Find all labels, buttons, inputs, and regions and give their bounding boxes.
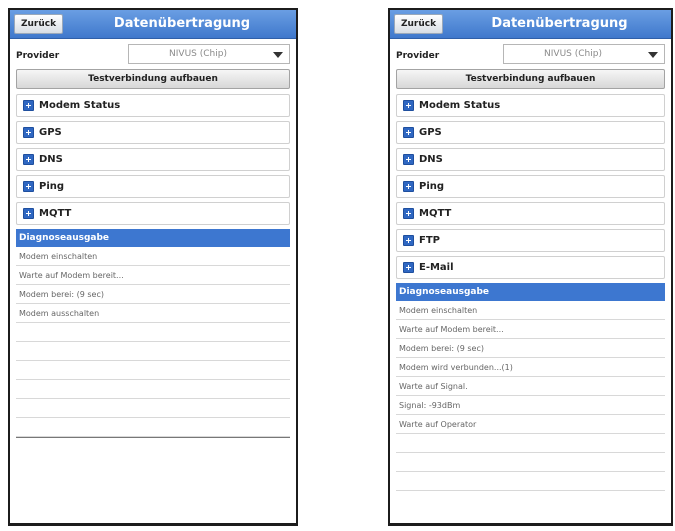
expand-plus-icon bbox=[23, 100, 34, 111]
back-button[interactable]: Zurück bbox=[394, 14, 444, 34]
section-mqtt[interactable]: MQTT bbox=[396, 202, 665, 225]
dropdown-arrow-icon bbox=[648, 52, 658, 58]
provider-select[interactable]: NIVUS (Chip) bbox=[128, 44, 290, 64]
expand-plus-icon bbox=[403, 154, 414, 165]
section-ftp[interactable]: FTP bbox=[396, 229, 665, 252]
provider-label: Provider bbox=[396, 51, 440, 61]
screen-left: Zurück Datenübertragung Provider NIVUS (… bbox=[8, 8, 298, 526]
section-label: GPS bbox=[419, 127, 442, 138]
expand-plus-icon bbox=[403, 208, 414, 219]
diagnostic-line bbox=[16, 342, 290, 361]
header-bar: Zurück Datenübertragung bbox=[10, 10, 296, 39]
screen-right: Zurück Datenübertragung Provider NIVUS (… bbox=[388, 8, 673, 526]
section-email[interactable]: E-Mail bbox=[396, 256, 665, 279]
diagnostic-line: Modem einschalten bbox=[16, 247, 290, 266]
diagnostic-line bbox=[16, 361, 290, 380]
diagnostic-line: Modem einschalten bbox=[396, 301, 665, 320]
section-modem-status[interactable]: Modem Status bbox=[396, 94, 665, 117]
diagnostic-output: Diagnoseausgabe Modem einschalten Warte … bbox=[16, 229, 290, 438]
section-list: Modem Status GPS DNS Ping MQTT FTP E-Mai… bbox=[390, 89, 671, 279]
section-gps[interactable]: GPS bbox=[396, 121, 665, 144]
provider-row: Provider NIVUS (Chip) bbox=[10, 39, 296, 69]
section-dns[interactable]: DNS bbox=[16, 148, 290, 171]
provider-select[interactable]: NIVUS (Chip) bbox=[503, 44, 665, 64]
diagnostic-line bbox=[16, 323, 290, 342]
section-label: MQTT bbox=[39, 208, 72, 219]
dropdown-arrow-icon bbox=[273, 52, 283, 58]
section-label: Ping bbox=[419, 181, 445, 192]
section-label: DNS bbox=[419, 154, 443, 165]
expand-plus-icon bbox=[403, 127, 414, 138]
diagnostic-title: Diagnoseausgabe bbox=[396, 283, 665, 301]
diagnostic-output: Diagnoseausgabe Modem einschalten Warte … bbox=[396, 283, 665, 491]
diagnostic-line bbox=[396, 472, 665, 491]
diagnostic-line: Modem wird verbunden...(1) bbox=[396, 358, 665, 377]
diagnostic-line: Signal: -93dBm bbox=[396, 396, 665, 415]
expand-plus-icon bbox=[403, 100, 414, 111]
section-ping[interactable]: Ping bbox=[396, 175, 665, 198]
section-label: E-Mail bbox=[419, 262, 454, 273]
section-label: Ping bbox=[39, 181, 65, 192]
diagnostic-line: Modem berei: (9 sec) bbox=[396, 339, 665, 358]
expand-plus-icon bbox=[23, 154, 34, 165]
section-label: Modem Status bbox=[39, 100, 121, 111]
diagnostic-line bbox=[16, 399, 290, 418]
section-gps[interactable]: GPS bbox=[16, 121, 290, 144]
expand-plus-icon bbox=[403, 235, 414, 246]
expand-plus-icon bbox=[23, 127, 34, 138]
diagnostic-line: Warte auf Modem bereit... bbox=[396, 320, 665, 339]
expand-plus-icon bbox=[23, 181, 34, 192]
diagnostic-line: Modem ausschalten bbox=[16, 304, 290, 323]
section-label: Modem Status bbox=[419, 100, 501, 111]
section-dns[interactable]: DNS bbox=[396, 148, 665, 171]
expand-plus-icon bbox=[403, 181, 414, 192]
diagnostic-line: Modem berei: (9 sec) bbox=[16, 285, 290, 304]
diagnostic-line: Warte auf Modem bereit... bbox=[16, 266, 290, 285]
diagnostic-line: Warte auf Signal. bbox=[396, 377, 665, 396]
section-label: DNS bbox=[39, 154, 63, 165]
expand-plus-icon bbox=[23, 208, 34, 219]
diagnostic-title: Diagnoseausgabe bbox=[16, 229, 290, 247]
diagnostic-line bbox=[396, 453, 665, 472]
section-modem-status[interactable]: Modem Status bbox=[16, 94, 290, 117]
diagnostic-line bbox=[396, 434, 665, 453]
provider-row: Provider NIVUS (Chip) bbox=[390, 39, 671, 69]
provider-label: Provider bbox=[16, 51, 60, 61]
section-label: MQTT bbox=[419, 208, 452, 219]
page-title: Datenübertragung bbox=[491, 16, 628, 31]
diagnostic-line: Warte auf Operator bbox=[396, 415, 665, 434]
diagnostic-line bbox=[16, 418, 290, 437]
header-bar: Zurück Datenübertragung bbox=[390, 10, 671, 39]
test-connection-button[interactable]: Testverbindung aufbauen bbox=[396, 69, 665, 89]
page-title: Datenübertragung bbox=[113, 16, 251, 31]
expand-plus-icon bbox=[403, 262, 414, 273]
diagnostic-line bbox=[16, 380, 290, 399]
section-list: Modem Status GPS DNS Ping MQTT bbox=[10, 89, 296, 225]
back-button[interactable]: Zurück bbox=[14, 14, 64, 34]
provider-selected-value: NIVUS (Chip) bbox=[169, 49, 227, 59]
section-mqtt[interactable]: MQTT bbox=[16, 202, 290, 225]
provider-selected-value: NIVUS (Chip) bbox=[544, 49, 602, 59]
section-ping[interactable]: Ping bbox=[16, 175, 290, 198]
section-label: GPS bbox=[39, 127, 62, 138]
test-connection-button[interactable]: Testverbindung aufbauen bbox=[16, 69, 290, 89]
section-label: FTP bbox=[419, 235, 440, 246]
